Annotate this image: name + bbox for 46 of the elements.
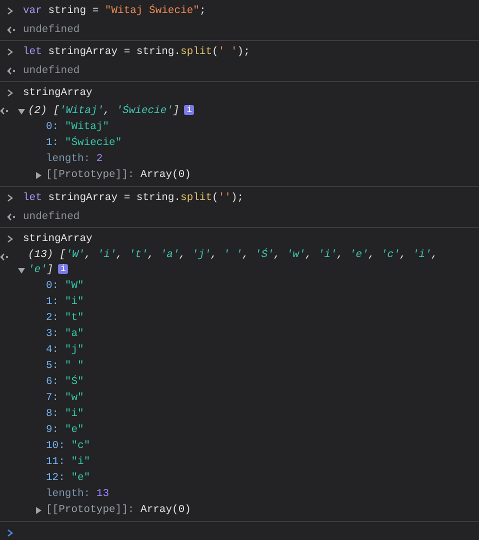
prompt-chevron-icon: [7, 529, 13, 537]
property-line: length: 2: [46, 152, 104, 167]
expand-triangle-icon[interactable]: [35, 172, 42, 178]
expand-triangle-icon[interactable]: [18, 267, 25, 274]
array-summary[interactable]: (2) ['Witaj', 'Świecie'] i: [28, 104, 438, 119]
code-line: let stringArray = string.split(' ');: [23, 46, 250, 58]
prompt-chevron-icon: [7, 48, 13, 56]
prompt-chevron-icon: [7, 194, 13, 202]
return-arrow-icon: [7, 26, 16, 34]
property-line: 5: " ": [46, 359, 85, 374]
array-summary[interactable]: (13) ['W', 'i', 't', 'a', 'j', ' ', 'Ś', 'w', 'i', 'e', 'c', 'i', 'e'] i: [28, 248, 438, 278]
property-line: 6: "Ś": [46, 374, 85, 390]
result-text: undefined: [23, 64, 80, 76]
property-line: 1: "i": [46, 295, 85, 310]
code-line: let stringArray = string.split('');: [23, 192, 244, 204]
property-line: 11: "i": [46, 455, 92, 470]
property-line: 12: "e": [46, 471, 92, 486]
property-line: 7: "w": [46, 391, 85, 406]
property-line: 9: "e": [46, 423, 85, 438]
prompt-chevron-icon: [7, 234, 13, 242]
property-line: 8: "i": [46, 407, 85, 422]
prompt-chevron-icon: [7, 88, 13, 96]
code-line: stringArray: [23, 86, 92, 98]
property-line: 3: "a": [46, 327, 85, 342]
code-line: stringArray: [23, 232, 92, 244]
info-badge[interactable]: i: [184, 105, 194, 116]
return-arrow-icon: [7, 212, 16, 220]
property-line: 1: "Świecie": [46, 135, 123, 151]
property-line: 0: "Witaj": [46, 120, 110, 135]
result-text: undefined: [23, 210, 80, 222]
property-line: 0: "W": [46, 279, 85, 294]
property-line: length: 13: [46, 487, 110, 502]
info-badge[interactable]: i: [58, 264, 68, 274]
code-line: var string = "Witaj Świecie";: [23, 4, 206, 16]
expand-triangle-icon[interactable]: [18, 108, 25, 115]
property-line: 2: "t": [46, 311, 85, 326]
prototype-line[interactable]: [[Prototype]]: Array(0): [46, 167, 191, 183]
expand-triangle-icon[interactable]: [35, 506, 42, 514]
result-text: undefined: [23, 24, 80, 36]
return-arrow-icon: [0, 253, 9, 261]
prompt-chevron-icon: [7, 6, 13, 14]
property-line: 4: "j": [46, 343, 85, 358]
property-line: 10: "c": [46, 439, 92, 454]
return-arrow-icon: [0, 107, 9, 115]
prototype-line[interactable]: [[Prototype]]: Array(0): [46, 502, 191, 518]
return-arrow-icon: [7, 66, 16, 74]
